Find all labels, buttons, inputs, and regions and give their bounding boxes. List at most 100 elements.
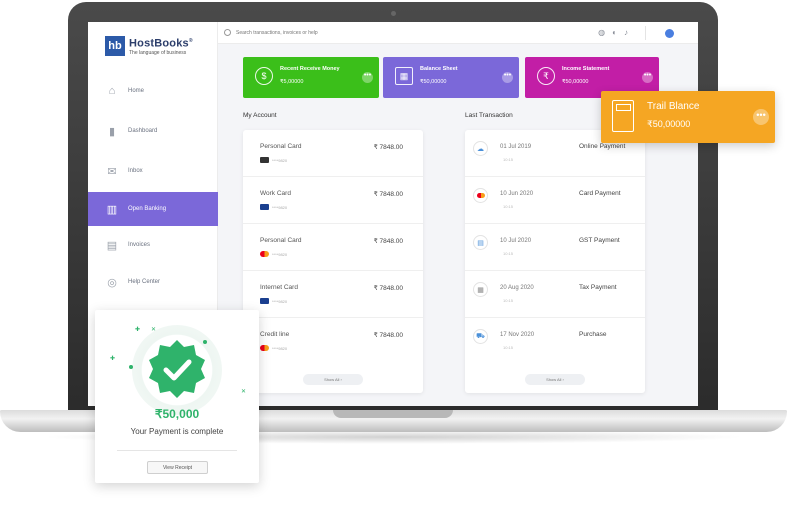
tile-value: ₹50,00000	[562, 79, 589, 85]
transaction-date: 20 Aug 2020	[500, 285, 534, 291]
transaction-time: 10:15	[503, 251, 514, 256]
tile-title: Balance Sheet	[420, 66, 458, 72]
more-icon[interactable]: •••	[362, 72, 373, 83]
transaction-date: 01 Jul 2019	[500, 144, 532, 150]
account-name: Internet Card	[260, 284, 298, 291]
top-bar-divider	[645, 26, 646, 40]
sidebar-item-label: Inbox	[128, 168, 143, 174]
sidebar-item-label: Home	[128, 88, 145, 94]
trail-balance-card[interactable]: Trail Blance ₹50,00000 •••	[601, 91, 775, 143]
camera-icon	[391, 11, 396, 16]
tile-value: ₹5,00000	[280, 79, 304, 85]
account-amount: ₹ 7848.00	[373, 332, 403, 339]
my-account-title: My Account	[243, 112, 277, 119]
sidebar-item-dashboard[interactable]: ▮ Dashboard	[88, 114, 218, 148]
account-row[interactable]: Personal Card ₹ 7848.00 ****9820	[243, 130, 423, 177]
sidebar-item-invoices[interactable]: ▤ Invoices	[88, 228, 218, 262]
home-icon: ⌂	[108, 85, 116, 97]
account-amount: ₹ 7848.00	[373, 238, 403, 245]
sidebar-item-home[interactable]: ⌂ Home	[88, 74, 218, 108]
sidebar-item-label: Dashboard	[128, 128, 158, 134]
account-name: Personal Card	[260, 143, 302, 150]
transaction-row[interactable]: 10 Jun 2020 10:15 Card Payment	[465, 177, 645, 224]
cart-icon: ⛟	[473, 329, 488, 344]
payment-message: Your Payment is complete	[130, 427, 224, 436]
view-receipt-button[interactable]: View Receipt	[147, 461, 208, 474]
payment-amount: ₹50,000	[154, 407, 200, 421]
card-number: ****9820	[272, 346, 288, 351]
account-row[interactable]: Internet Card ₹ 7848.00 ****9820	[243, 271, 423, 318]
bar-chart-icon: ▮	[108, 125, 116, 138]
account-amount: ₹ 7848.00	[373, 285, 403, 292]
avatar[interactable]	[665, 29, 674, 38]
sparkle-dot	[129, 365, 133, 369]
bank-icon: ▥	[106, 203, 118, 216]
transaction-time: 10:15	[503, 345, 514, 350]
tile-value: ₹50,00000	[420, 79, 447, 85]
sidebar-item-open-banking[interactable]: ▥ Open Banking	[88, 192, 218, 226]
trail-balance-title: Trail Blance	[647, 101, 700, 112]
stage: hb HostBooks® The language of business ⌂…	[0, 0, 787, 508]
account-row[interactable]: Credit line ₹ 7848.00 ****9820	[243, 318, 423, 365]
calculator-icon	[612, 100, 634, 132]
tile-balance-sheet[interactable]: ▦ Balance Sheet ₹50,00000 •••	[383, 57, 519, 98]
transaction-row[interactable]: ▤ 10 Jul 2020 10:15 GST Payment	[465, 224, 645, 271]
last-transaction-panel: ☁ 01 Jul 2019 10:15 Online Payment 10 Ju…	[465, 130, 645, 393]
sparkle-icon: ✕	[241, 389, 247, 395]
mail-icon: ✉	[107, 165, 117, 178]
money-bag-icon: ₹	[537, 67, 555, 85]
show-all-accounts-button[interactable]: Show All ›	[303, 374, 363, 385]
transaction-type: Card Payment	[579, 190, 621, 197]
popup-divider	[117, 450, 237, 451]
bell-icon[interactable]: ♪	[624, 28, 628, 37]
lifebuoy-icon: ◎	[107, 276, 117, 289]
payment-complete-popup: ✚ ✕ ✚ ✕ ₹50,000 Your Payment is complete…	[95, 310, 259, 483]
money-hand-icon: $	[255, 67, 273, 85]
globe-icon[interactable]: ◍	[598, 28, 605, 37]
account-name: Work Card	[260, 190, 291, 197]
account-amount: ₹ 7848.00	[373, 191, 403, 198]
transaction-time: 10:15	[503, 204, 514, 209]
account-row[interactable]: Work Card ₹ 7848.00 ****9820	[243, 177, 423, 224]
transaction-type: Tax Payment	[579, 284, 617, 291]
sidebar-item-help-center[interactable]: ◎ Help Center	[88, 265, 218, 299]
sidebar-item-label: Help Center	[128, 279, 161, 285]
tile-title: Income Statement	[562, 66, 610, 72]
my-account-panel: Personal Card ₹ 7848.00 ****9820 Work Ca…	[243, 130, 423, 393]
account-amount: ₹ 7848.00	[373, 144, 403, 151]
balance-sheet-icon: ▦	[395, 67, 413, 85]
card-number: ****9820	[272, 205, 288, 210]
transaction-row[interactable]: ⛟ 17 Nov 2020 10:15 Purchase	[465, 318, 645, 365]
sidebar-item-inbox[interactable]: ✉ Inbox	[88, 154, 218, 188]
show-all-transactions-button[interactable]: Show All ›	[525, 374, 585, 385]
mastercard-icon	[260, 251, 269, 257]
search-input[interactable]	[236, 27, 436, 39]
logo-name: HostBooks	[129, 37, 189, 50]
sidebar-item-label: Open Banking	[128, 206, 167, 212]
trail-balance-value: ₹50,00000	[647, 119, 691, 129]
more-icon[interactable]: •••	[753, 109, 769, 125]
transaction-type: GST Payment	[579, 237, 620, 244]
transaction-date: 10 Jun 2020	[500, 191, 534, 197]
visa-icon	[260, 204, 269, 210]
more-icon[interactable]: •••	[502, 72, 513, 83]
sparkle-dot	[203, 340, 207, 344]
mastercard-icon	[473, 188, 488, 203]
tile-title: Recent Receive Money	[280, 66, 340, 72]
tile-recent-receive-money[interactable]: $ Recent Receive Money ₹5,00000 •••	[243, 57, 379, 98]
cloud-icon: ☁	[473, 141, 488, 156]
chat-icon[interactable]: ◐	[612, 28, 617, 37]
logo[interactable]: hb HostBooks® The language of business	[105, 36, 193, 56]
last-transaction-title: Last Transaction	[465, 112, 513, 119]
card-number: ****9820	[272, 299, 288, 304]
transaction-time: 10:15	[503, 298, 514, 303]
receipt-icon: ▦	[473, 282, 488, 297]
transaction-row[interactable]: ▦ 20 Aug 2020 10:15 Tax Payment	[465, 271, 645, 318]
laptop-notch	[333, 410, 453, 418]
more-icon[interactable]: •••	[642, 72, 653, 83]
logo-tagline: The language of business	[129, 49, 187, 56]
document-icon: ▤	[473, 235, 488, 250]
card-icon	[260, 157, 269, 163]
card-number: ****9820	[272, 252, 288, 257]
account-row[interactable]: Personal Card ₹ 7848.00 ****9820	[243, 224, 423, 271]
